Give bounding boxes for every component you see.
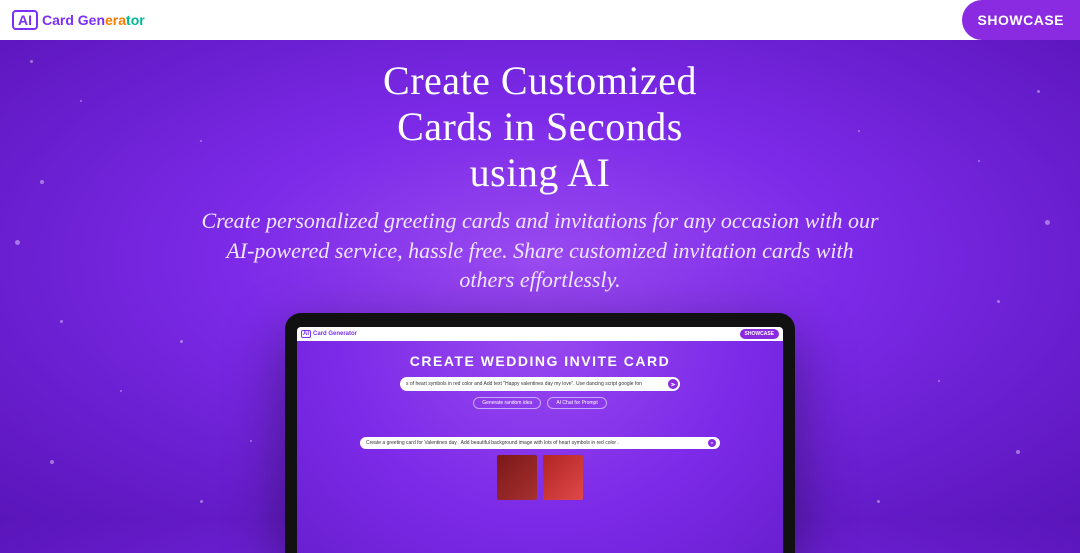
device-frame: AI Card Generator SHOWCASE CREATE WEDDIN…: [285, 313, 795, 553]
preview-card-thumbnail: [543, 455, 583, 500]
logo-badge: AI: [12, 10, 38, 30]
preview-prompt-input: s of heart symbols in red color and Add …: [400, 377, 680, 391]
preview-content: CREATE WEDDING INVITE CARD s of heart sy…: [297, 341, 783, 500]
preview-logo-badge: AI: [301, 330, 311, 338]
showcase-button[interactable]: SHOWCASE: [962, 0, 1080, 40]
hero-title-line1: Create Customized: [20, 58, 1060, 104]
hero-title-line3: using AI: [20, 150, 1060, 196]
preview-title: CREATE WEDDING INVITE CARD: [327, 353, 753, 369]
chevron-down-icon: [708, 439, 716, 447]
preview-random-button: Generate random idea: [473, 397, 541, 409]
send-icon: [668, 379, 678, 389]
preview-chat-button: AI Chat for Prompt: [547, 397, 606, 409]
hero-subtitle: Create personalized greeting cards and i…: [200, 206, 880, 295]
preview-button-row: Generate random idea AI Chat for Prompt: [327, 397, 753, 409]
logo[interactable]: AI Card Generator: [12, 10, 145, 30]
hero-section: Create Customized Cards in Seconds using…: [0, 40, 1080, 553]
preview-header: AI Card Generator SHOWCASE: [297, 327, 783, 341]
preview-card-thumbnail: [497, 455, 537, 500]
preview-logo-text: Card Generator: [313, 331, 357, 337]
hero-title-line2: Cards in Seconds: [20, 104, 1060, 150]
preview-lower-input: Create a greeting card for Valentines da…: [360, 437, 720, 449]
hero-title: Create Customized Cards in Seconds using…: [20, 58, 1060, 196]
preview-showcase-button: SHOWCASE: [740, 329, 779, 339]
preview-logo: AI Card Generator: [301, 330, 357, 338]
main-header: AI Card Generator SHOWCASE: [0, 0, 1080, 40]
preview-screen: AI Card Generator SHOWCASE CREATE WEDDIN…: [297, 327, 783, 553]
preview-lower-text: Create a greeting card for Valentines da…: [366, 440, 708, 446]
preview-card-thumbnails: [327, 455, 753, 500]
logo-text: Card Generator: [42, 12, 145, 28]
preview-prompt-text: s of heart symbols in red color and Add …: [406, 381, 668, 387]
